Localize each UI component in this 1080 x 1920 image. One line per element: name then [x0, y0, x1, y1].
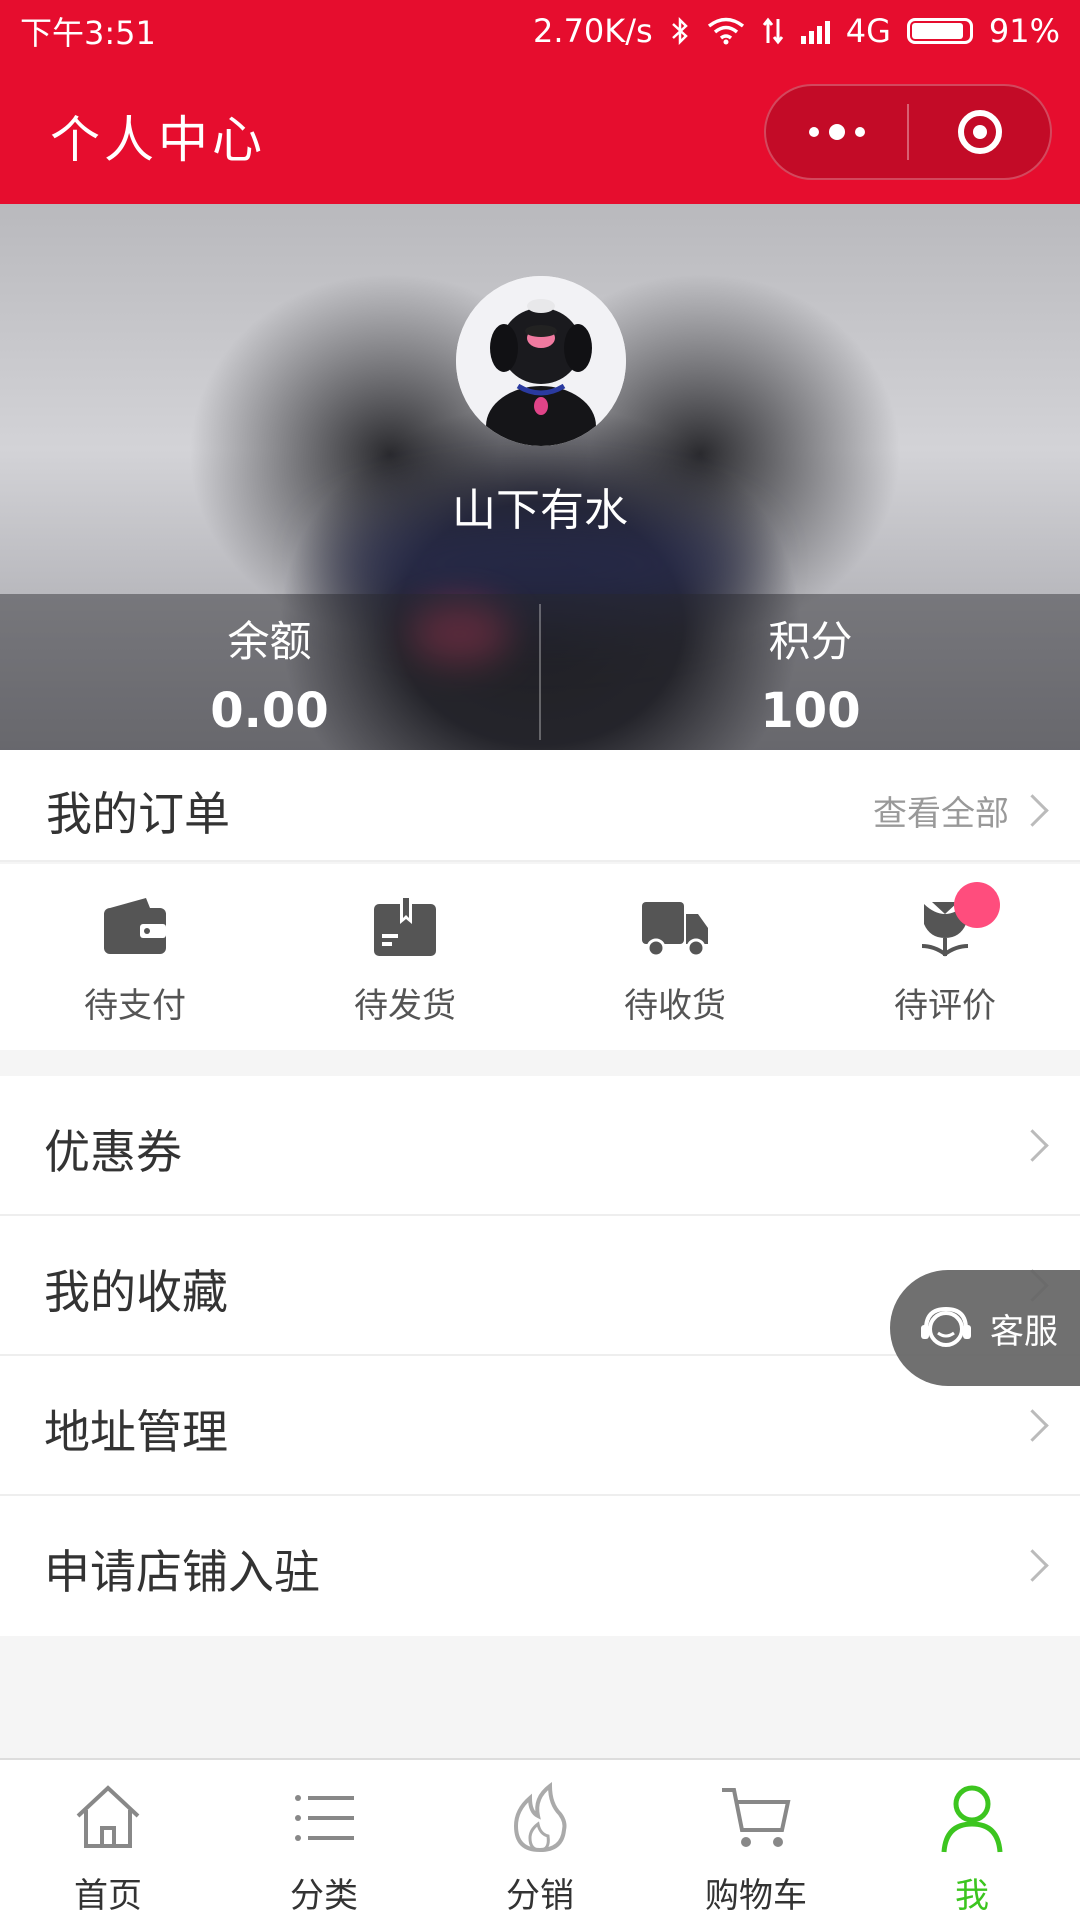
menu-item-coupons[interactable]: 优惠券 — [0, 1076, 1080, 1216]
account-stats: 余额 0.00 积分 100 — [0, 594, 1080, 750]
signal-icon — [800, 18, 830, 44]
fire-icon — [513, 1781, 567, 1853]
order-pending-shipment-label: 待发货 — [354, 986, 456, 1026]
order-pending-receipt[interactable]: 待收货 — [540, 864, 810, 1050]
tab-me[interactable]: 我 — [864, 1760, 1080, 1920]
more-dots-icon — [808, 124, 865, 140]
cart-icon — [722, 1788, 791, 1847]
page-title: 个人中心 — [50, 111, 266, 169]
data-transfer-icon — [762, 17, 783, 45]
menu-item-label: 地址管理 — [44, 1405, 228, 1459]
tab-me-label: 我 — [955, 1876, 989, 1916]
order-pending-payment-label: 待支付 — [84, 986, 186, 1026]
avatar[interactable] — [456, 276, 626, 446]
order-pending-receipt-label: 待收货 — [624, 986, 726, 1026]
order-status-grid: 待支付 待发货 待收货 待评价 — [0, 864, 1080, 1050]
tab-cart-label: 购物车 — [705, 1876, 807, 1916]
order-pending-payment[interactable]: 待支付 — [0, 864, 270, 1050]
target-icon — [957, 110, 1002, 154]
tab-category-label: 分类 — [290, 1876, 358, 1916]
network-type: 4G — [845, 12, 891, 50]
points-value: 100 — [760, 683, 861, 739]
status-bar: 下午3:51 2.70K/s 4G 91% — [0, 0, 1080, 62]
title-bar: 个人中心 — [0, 62, 1080, 204]
orders-title: 我的订单 — [46, 787, 230, 841]
tab-home-label: 首页 — [74, 1876, 142, 1916]
chevron-right-icon — [1016, 1549, 1049, 1582]
balance-label: 余额 — [227, 617, 312, 666]
order-pending-review-label: 待评价 — [894, 986, 996, 1026]
net-speed: 2.70K/s — [533, 12, 653, 50]
wifi-icon — [707, 17, 744, 45]
close-button[interactable] — [909, 86, 1050, 178]
miniprogram-capsule — [764, 84, 1052, 180]
chevron-right-icon — [1016, 1409, 1049, 1442]
package-icon — [374, 898, 436, 956]
battery-percent: 91% — [988, 12, 1060, 50]
menu-item-label: 我的收藏 — [44, 1265, 228, 1319]
order-pending-shipment[interactable]: 待发货 — [270, 864, 540, 1050]
tab-distribution-label: 分销 — [506, 1876, 574, 1916]
truck-icon — [642, 902, 708, 958]
order-pending-review[interactable]: 待评价 — [810, 864, 1080, 1050]
view-all-orders-link[interactable]: 查看全部 — [873, 786, 1049, 835]
wallet-icon — [104, 898, 166, 954]
chevron-right-icon — [1016, 794, 1049, 827]
review-badge — [954, 882, 1000, 928]
balance-value: 0.00 — [210, 683, 329, 739]
list-icon — [295, 1795, 354, 1841]
status-time: 下午3:51 — [20, 14, 156, 52]
balance-stat[interactable]: 余额 0.00 — [0, 594, 539, 750]
home-icon — [76, 1785, 140, 1848]
points-label: 积分 — [768, 617, 853, 666]
bluetooth-icon — [671, 16, 688, 46]
tab-distribution[interactable]: 分销 — [432, 1760, 648, 1920]
tab-home[interactable]: 首页 — [0, 1760, 216, 1920]
points-stat[interactable]: 积分 100 — [541, 594, 1080, 750]
profile-header: 山下有水 余额 0.00 积分 100 — [0, 204, 1080, 750]
menu-item-label: 申请店铺入驻 — [44, 1545, 320, 1599]
more-button[interactable] — [766, 86, 907, 178]
tab-category[interactable]: 分类 — [216, 1760, 432, 1920]
battery-icon — [906, 18, 973, 44]
menu-item-store-apply[interactable]: 申请店铺入驻 — [0, 1496, 1080, 1636]
orders-header: 我的订单 查看全部 — [0, 750, 1080, 862]
headset-icon — [921, 1306, 971, 1347]
status-right: 2.70K/s 4G 91% — [533, 12, 1060, 50]
customer-service-button[interactable]: 客服 — [890, 1270, 1080, 1386]
chevron-right-icon — [1016, 1129, 1049, 1162]
menu-item-label: 优惠券 — [44, 1125, 182, 1179]
user-icon — [941, 1785, 1003, 1853]
tab-cart[interactable]: 购物车 — [648, 1760, 864, 1920]
customer-service-label: 客服 — [990, 1311, 1058, 1352]
view-all-label: 查看全部 — [873, 794, 1009, 834]
avatar-dog-image — [456, 276, 626, 446]
bottom-tabbar: 首页 分类 分销 购物车 我 — [0, 1758, 1080, 1920]
nickname: 山下有水 — [452, 485, 628, 536]
